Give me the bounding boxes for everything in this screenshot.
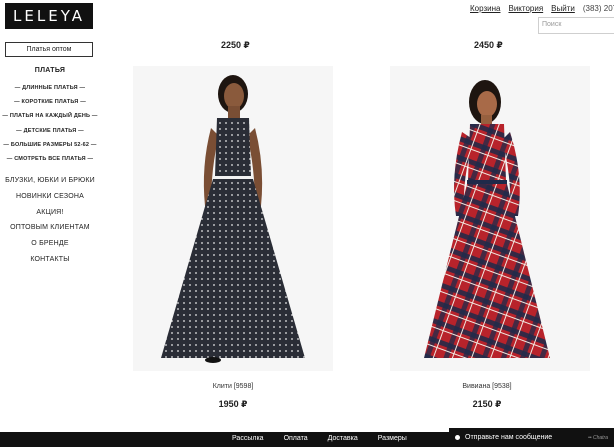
category-title[interactable]: ПЛАТЬЯ [0, 67, 100, 74]
menu-item[interactable]: АКЦИЯ! [0, 205, 100, 221]
chat-brand: •• Chatra [588, 434, 608, 441]
product-price-prev-1: 2250 ₽ [221, 40, 250, 50]
chat-widget[interactable]: Отправьте нам сообщение •• Chatra [449, 428, 614, 447]
chat-status-icon [455, 435, 460, 440]
cart-link[interactable]: Корзина [470, 4, 500, 13]
search-input[interactable]: Поиск [538, 17, 614, 34]
subcategory-item[interactable]: — ДЕТСКИЕ ПЛАТЬЯ — [0, 124, 100, 138]
product-price-prev-2: 2450 ₽ [474, 40, 503, 50]
footer-link-delivery[interactable]: Доставка [328, 435, 358, 442]
logo-text: LELEYA [13, 7, 85, 25]
user-link[interactable]: Виктория [508, 4, 543, 13]
menu-item[interactable]: НОВИНКИ СЕЗОНА [0, 189, 100, 205]
logo[interactable]: LELEYA [5, 3, 93, 29]
product-name-1[interactable]: Клити [9598] [173, 383, 293, 390]
footer-link-newsletter[interactable]: Рассылка [232, 435, 264, 442]
subcategory-item[interactable]: — БОЛЬШИЕ РАЗМЕРЫ 52-62 — [0, 138, 100, 152]
product-image-1[interactable] [133, 66, 333, 371]
product-image-2[interactable] [390, 66, 590, 371]
chat-label: Отправьте нам сообщение [465, 434, 553, 441]
subcategory-item[interactable]: — СМОТРЕТЬ ВСЕ ПЛАТЬЯ — [0, 152, 100, 166]
product-price-1: 1950 ₽ [218, 399, 248, 409]
product-name-2[interactable]: Вивиана [9538] [427, 383, 547, 390]
model-plaid-dress-image [390, 66, 590, 371]
menu-item[interactable]: ОПТОВЫМ КЛИЕНТАМ [0, 220, 100, 236]
logout-link[interactable]: Выйти [551, 4, 575, 13]
subcategory-item[interactable]: — ДЛИННЫЕ ПЛАТЬЯ — [0, 81, 100, 95]
footer-link-sizes[interactable]: Размеры [378, 435, 407, 442]
subcategory-item[interactable]: — ПЛАТЬЯ НА КАЖДЫЙ ДЕНЬ — [0, 109, 100, 123]
main-menu: БЛУЗКИ, ЮБКИ И БРЮКИ НОВИНКИ СЕЗОНА АКЦИ… [0, 173, 100, 267]
model-polka-dress-image [133, 66, 333, 371]
subcategory-list: — ДЛИННЫЕ ПЛАТЬЯ — — КОРОТКИЕ ПЛАТЬЯ — —… [0, 81, 100, 166]
menu-item[interactable]: О БРЕНДЕ [0, 236, 100, 252]
wholesale-button[interactable]: Платья оптом [5, 42, 93, 57]
menu-item[interactable]: КОНТАКТЫ [0, 252, 100, 268]
footer-link-payment[interactable]: Оплата [284, 435, 308, 442]
footer-links: Рассылка Оплата Доставка Размеры [232, 435, 407, 442]
product-price-2: 2150 ₽ [472, 399, 502, 409]
menu-item[interactable]: БЛУЗКИ, ЮБКИ И БРЮКИ [0, 173, 100, 189]
sidebar: Платья оптом ПЛАТЬЯ — ДЛИННЫЕ ПЛАТЬЯ — —… [0, 42, 100, 267]
top-links: Корзина Виктория Выйти (383) 207-83-6 [470, 4, 614, 13]
phone-number: (383) 207-83-6 [582, 4, 614, 13]
subcategory-item[interactable]: — КОРОТКИЕ ПЛАТЬЯ — [0, 95, 100, 109]
